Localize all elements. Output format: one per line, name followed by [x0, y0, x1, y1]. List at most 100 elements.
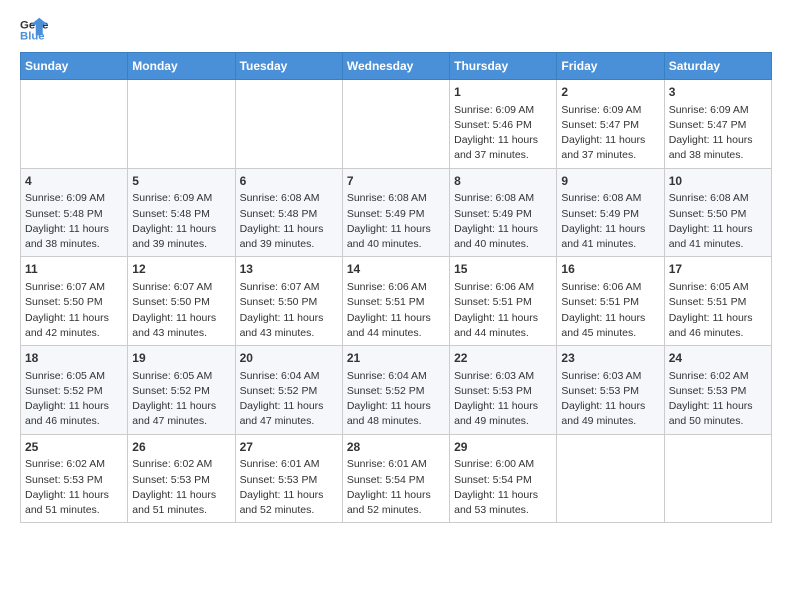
weekday-header-saturday: Saturday: [664, 53, 771, 80]
day-number: 1: [454, 84, 552, 101]
calendar-cell: 5Sunrise: 6:09 AMSunset: 5:48 PMDaylight…: [128, 168, 235, 257]
day-number: 2: [561, 84, 659, 101]
week-row-5: 25 Sunrise: 6:02 AMSunset: 5:53 PMDayligh…: [21, 434, 772, 523]
day-number: 14: [347, 261, 445, 278]
day-number: 22: [454, 350, 552, 367]
calendar-cell: [342, 80, 449, 169]
day-info: Sunrise: 6:06 AMSunset: 5:51 PMDaylight:…: [561, 280, 659, 341]
calendar-cell: 20Sunrise: 6:04 AMSunset: 5:52 PMDayligh…: [235, 346, 342, 435]
week-row-3: 11 Sunrise: 6:07 AMSunset: 5:50 PMDayligh…: [21, 257, 772, 346]
day-info: Sunrise: 6:05 AMSunset: 5:52 PMDaylight:…: [132, 369, 230, 430]
calendar-cell: 26Sunrise: 6:02 AMSunset: 5:53 PMDayligh…: [128, 434, 235, 523]
day-info: Sunrise: 6:09 AMSunset: 5:47 PMDaylight:…: [669, 103, 767, 164]
calendar-cell: 10Sunrise: 6:08 AMSunset: 5:50 PMDayligh…: [664, 168, 771, 257]
day-number: 6: [240, 173, 338, 190]
day-number: 3: [669, 84, 767, 101]
day-number: 12: [132, 261, 230, 278]
day-info: Sunrise: 6:09 AMSunset: 5:47 PMDaylight:…: [561, 103, 659, 164]
calendar-cell: 14 Sunrise: 6:06 AMSunset: 5:51 PMDayligh…: [342, 257, 449, 346]
calendar-cell: 13 Sunrise: 6:07 AMSunset: 5:50 PMDayligh…: [235, 257, 342, 346]
day-number: 13: [240, 261, 338, 278]
day-info: Sunrise: 6:06 AMSunset: 5:51 PMDaylight:…: [347, 280, 445, 341]
day-info: Sunrise: 6:01 AMSunset: 5:53 PMDaylight:…: [240, 457, 338, 518]
calendar-cell: 7Sunrise: 6:08 AMSunset: 5:49 PMDaylight…: [342, 168, 449, 257]
calendar-cell: [664, 434, 771, 523]
calendar-cell: [21, 80, 128, 169]
calendar-cell: 12 Sunrise: 6:07 AMSunset: 5:50 PMDayligh…: [128, 257, 235, 346]
day-info: Sunrise: 6:08 AMSunset: 5:49 PMDaylight:…: [454, 191, 552, 252]
calendar-cell: 6Sunrise: 6:08 AMSunset: 5:48 PMDaylight…: [235, 168, 342, 257]
week-row-1: 1Sunrise: 6:09 AMSunset: 5:46 PMDaylight…: [21, 80, 772, 169]
weekday-header-friday: Friday: [557, 53, 664, 80]
day-number: 19: [132, 350, 230, 367]
day-info: Sunrise: 6:08 AMSunset: 5:48 PMDaylight:…: [240, 191, 338, 252]
day-info: Sunrise: 6:02 AMSunset: 5:53 PMDaylight:…: [132, 457, 230, 518]
logo: General Blue: [20, 16, 52, 44]
day-info: Sunrise: 6:04 AMSunset: 5:52 PMDaylight:…: [347, 369, 445, 430]
day-info: Sunrise: 6:05 AMSunset: 5:51 PMDaylight:…: [669, 280, 767, 341]
day-info: Sunrise: 6:05 AMSunset: 5:52 PMDaylight:…: [25, 369, 123, 430]
day-number: 9: [561, 173, 659, 190]
day-number: 4: [25, 173, 123, 190]
day-info: Sunrise: 6:01 AMSunset: 5:54 PMDaylight:…: [347, 457, 445, 518]
day-number: 20: [240, 350, 338, 367]
day-info: Sunrise: 6:07 AMSunset: 5:50 PMDaylight:…: [132, 280, 230, 341]
week-row-4: 18 Sunrise: 6:05 AMSunset: 5:52 PMDayligh…: [21, 346, 772, 435]
weekday-header-monday: Monday: [128, 53, 235, 80]
day-number: 28: [347, 439, 445, 456]
day-number: 24: [669, 350, 767, 367]
calendar-cell: 4Sunrise: 6:09 AMSunset: 5:48 PMDaylight…: [21, 168, 128, 257]
calendar-cell: 9Sunrise: 6:08 AMSunset: 5:49 PMDaylight…: [557, 168, 664, 257]
day-info: Sunrise: 6:03 AMSunset: 5:53 PMDaylight:…: [561, 369, 659, 430]
calendar-cell: 8Sunrise: 6:08 AMSunset: 5:49 PMDaylight…: [450, 168, 557, 257]
calendar-cell: 19 Sunrise: 6:05 AMSunset: 5:52 PMDayligh…: [128, 346, 235, 435]
day-info: Sunrise: 6:06 AMSunset: 5:51 PMDaylight:…: [454, 280, 552, 341]
calendar-cell: 25Sunrise: 6:02 AMSunset: 5:53 PMDayligh…: [21, 434, 128, 523]
calendar-cell: 23 Sunrise: 6:03 AMSunset: 5:53 PMDayligh…: [557, 346, 664, 435]
calendar-cell: 2 Sunrise: 6:09 AMSunset: 5:47 PMDaylight…: [557, 80, 664, 169]
day-number: 10: [669, 173, 767, 190]
day-info: Sunrise: 6:09 AMSunset: 5:48 PMDaylight:…: [25, 191, 123, 252]
calendar-cell: 27Sunrise: 6:01 AMSunset: 5:53 PMDayligh…: [235, 434, 342, 523]
weekday-header-tuesday: Tuesday: [235, 53, 342, 80]
day-info: Sunrise: 6:07 AMSunset: 5:50 PMDaylight:…: [240, 280, 338, 341]
day-number: 23: [561, 350, 659, 367]
calendar-table: SundayMondayTuesdayWednesdayThursdayFrid…: [20, 52, 772, 523]
calendar-cell: 18 Sunrise: 6:05 AMSunset: 5:52 PMDayligh…: [21, 346, 128, 435]
calendar-cell: [235, 80, 342, 169]
calendar-cell: 17 Sunrise: 6:05 AMSunset: 5:51 PMDayligh…: [664, 257, 771, 346]
weekday-header-wednesday: Wednesday: [342, 53, 449, 80]
day-info: Sunrise: 6:08 AMSunset: 5:50 PMDaylight:…: [669, 191, 767, 252]
calendar-cell: 15 Sunrise: 6:06 AMSunset: 5:51 PMDayligh…: [450, 257, 557, 346]
calendar-cell: 16 Sunrise: 6:06 AMSunset: 5:51 PMDayligh…: [557, 257, 664, 346]
weekday-header-sunday: Sunday: [21, 53, 128, 80]
calendar-cell: 11Sunrise: 6:07 AMSunset: 5:50 PMDayligh…: [21, 257, 128, 346]
day-number: 8: [454, 173, 552, 190]
day-number: 16: [561, 261, 659, 278]
calendar-header: SundayMondayTuesdayWednesdayThursdayFrid…: [21, 53, 772, 80]
calendar-cell: 21Sunrise: 6:04 AMSunset: 5:52 PMDayligh…: [342, 346, 449, 435]
day-number: 27: [240, 439, 338, 456]
day-number: 5: [132, 173, 230, 190]
day-number: 7: [347, 173, 445, 190]
logo-icon: General Blue: [20, 16, 48, 44]
calendar-cell: 22 Sunrise: 6:03 AMSunset: 5:53 PMDayligh…: [450, 346, 557, 435]
day-info: Sunrise: 6:02 AMSunset: 5:53 PMDaylight:…: [669, 369, 767, 430]
svg-text:General: General: [20, 19, 48, 31]
calendar-cell: 28Sunrise: 6:01 AMSunset: 5:54 PMDayligh…: [342, 434, 449, 523]
day-number: 29: [454, 439, 552, 456]
day-info: Sunrise: 6:08 AMSunset: 5:49 PMDaylight:…: [347, 191, 445, 252]
day-number: 17: [669, 261, 767, 278]
calendar-cell: 1Sunrise: 6:09 AMSunset: 5:46 PMDaylight…: [450, 80, 557, 169]
day-number: 18: [25, 350, 123, 367]
day-info: Sunrise: 6:08 AMSunset: 5:49 PMDaylight:…: [561, 191, 659, 252]
day-number: 25: [25, 439, 123, 456]
weekday-header-row: SundayMondayTuesdayWednesdayThursdayFrid…: [21, 53, 772, 80]
day-info: Sunrise: 6:03 AMSunset: 5:53 PMDaylight:…: [454, 369, 552, 430]
calendar-cell: 24 Sunrise: 6:02 AMSunset: 5:53 PMDayligh…: [664, 346, 771, 435]
calendar-cell: 29Sunrise: 6:00 AMSunset: 5:54 PMDayligh…: [450, 434, 557, 523]
calendar-body: 1Sunrise: 6:09 AMSunset: 5:46 PMDaylight…: [21, 80, 772, 523]
header: General Blue: [20, 16, 772, 44]
day-number: 11: [25, 261, 123, 278]
day-number: 15: [454, 261, 552, 278]
